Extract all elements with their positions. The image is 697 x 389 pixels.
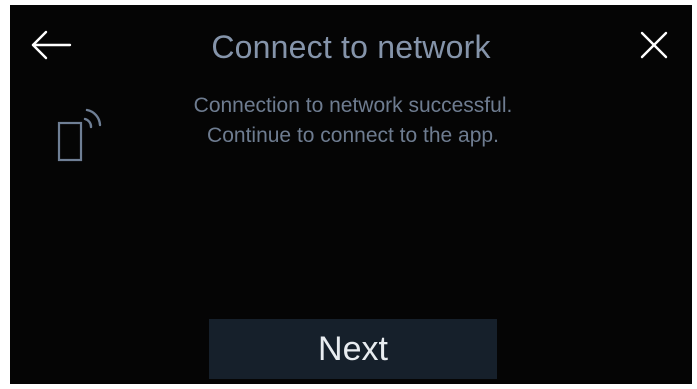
next-button[interactable]: Next	[209, 319, 497, 379]
device-frame: Connect to network Connection to network…	[0, 0, 697, 389]
connect-network-screen: Connect to network Connection to network…	[10, 5, 692, 384]
close-button[interactable]	[634, 25, 674, 65]
page-title: Connect to network	[211, 29, 491, 65]
close-icon	[640, 31, 668, 59]
status-message: Connection to network successful. Contin…	[90, 91, 616, 151]
message-line-2: Continue to connect to the app.	[207, 124, 499, 147]
message-line-1: Connection to network successful.	[193, 94, 513, 117]
